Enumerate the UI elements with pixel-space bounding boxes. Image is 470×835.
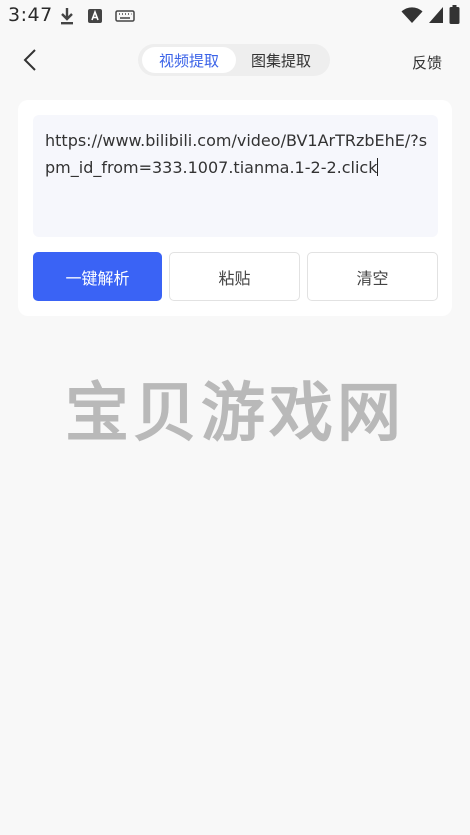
status-bar: 3:47 (0, 0, 470, 32)
extract-card: https://www.bilibili.com/video/BV1ArTRzb… (18, 100, 452, 316)
paste-button[interactable]: 粘贴 (169, 252, 300, 301)
signal-icon (428, 6, 444, 28)
download-icon (58, 7, 76, 25)
back-button[interactable] (14, 44, 46, 76)
tab-video-extract[interactable]: 视频提取 (142, 47, 236, 73)
feedback-link[interactable]: 反馈 (412, 52, 442, 73)
a-box-icon (86, 7, 104, 25)
status-time: 3:47 (8, 4, 53, 26)
wifi-icon (401, 6, 423, 28)
top-bar: 视频提取 图集提取 反馈 (0, 36, 470, 86)
battery-icon (449, 5, 460, 28)
url-input[interactable]: https://www.bilibili.com/video/BV1ArTRzb… (33, 115, 438, 237)
url-input-value: https://www.bilibili.com/video/BV1ArTRzb… (45, 131, 428, 177)
chevron-left-icon (23, 49, 36, 71)
clear-button[interactable]: 清空 (307, 252, 438, 301)
extract-mode-tabs: 视频提取 图集提取 (138, 44, 330, 76)
keyboard-icon (115, 7, 135, 25)
text-caret (377, 158, 379, 176)
parse-button[interactable]: 一键解析 (33, 252, 162, 301)
tab-gallery-extract[interactable]: 图集提取 (234, 47, 328, 73)
watermark: 宝贝游戏网 (65, 377, 405, 451)
